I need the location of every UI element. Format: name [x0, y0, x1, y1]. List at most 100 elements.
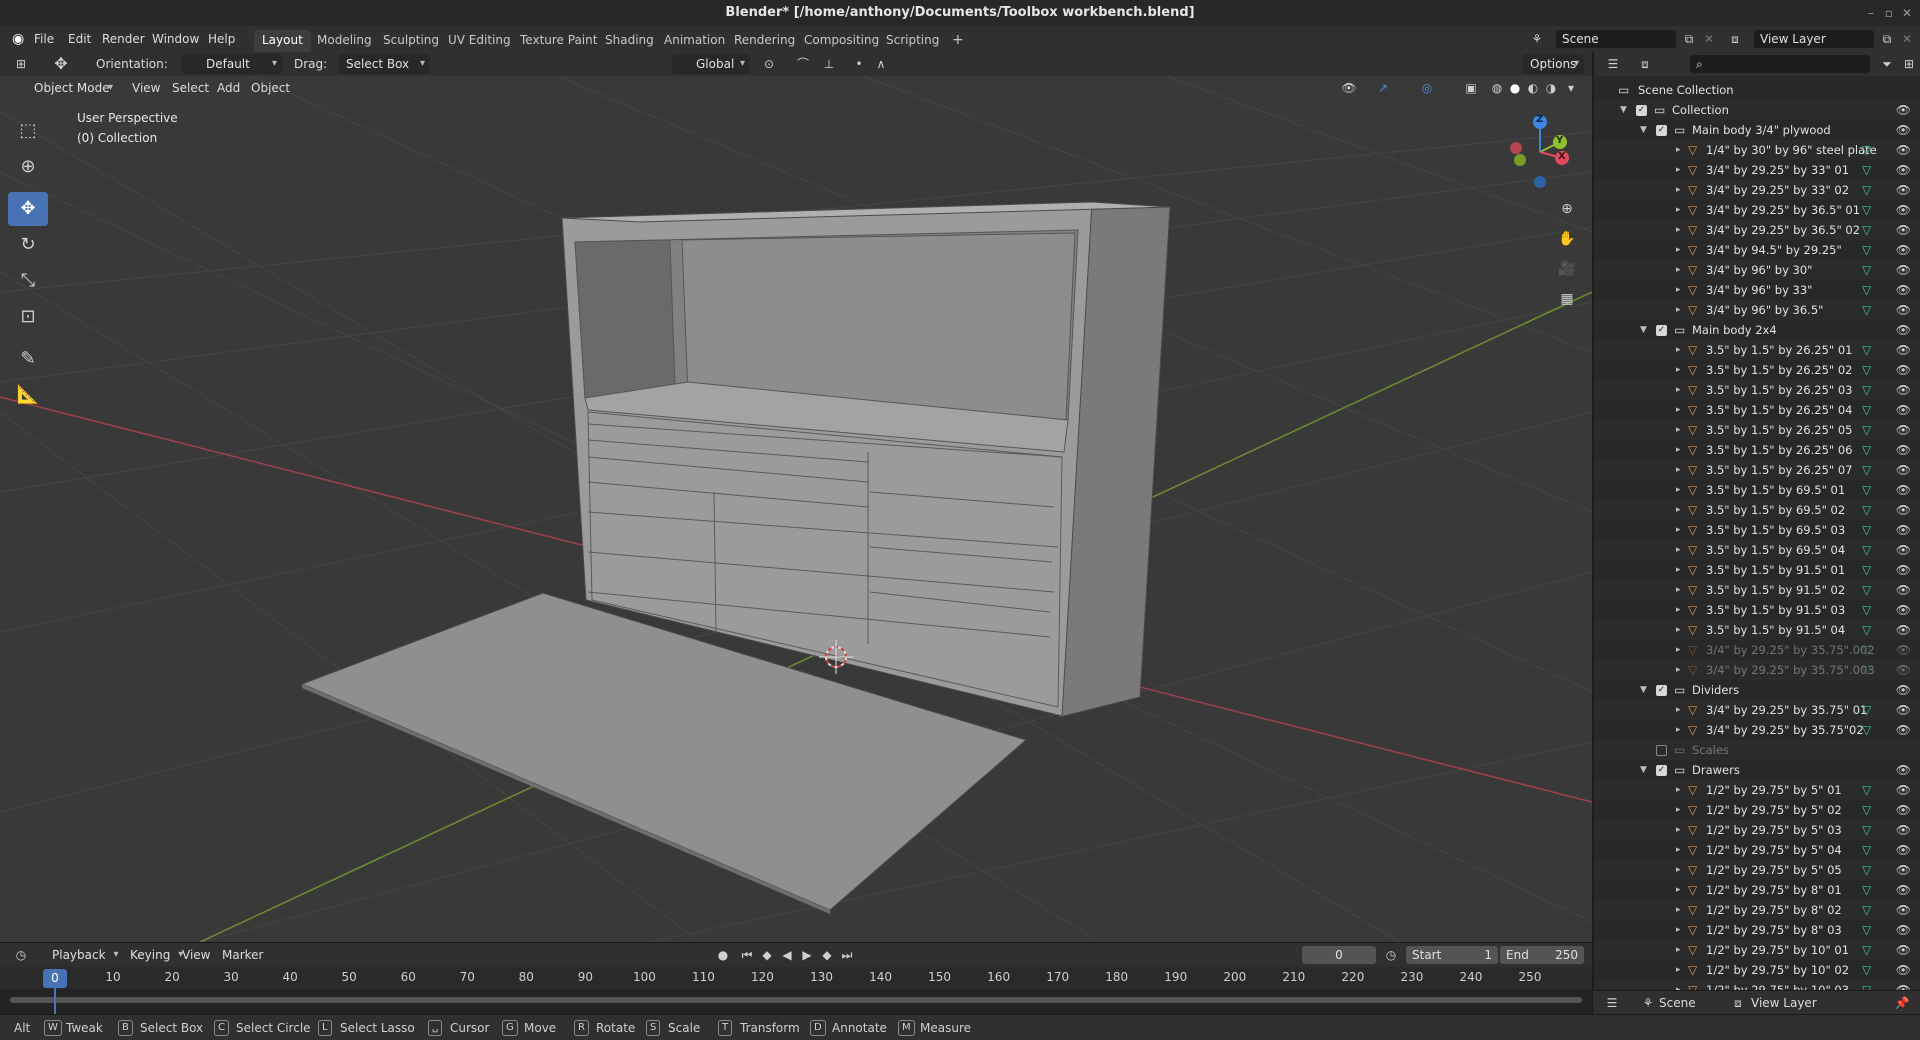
tab-rendering[interactable]: Rendering	[726, 30, 803, 52]
preview-range-icon[interactable]: ◷	[1380, 945, 1402, 965]
outliner-object-row[interactable]: ▸ ▽ 1/2" by 29.75" by 8" 02 ▽ 👁	[1594, 900, 1920, 920]
expand-arrow-icon[interactable]: ▸	[1676, 980, 1681, 990]
outliner-object-row[interactable]: ▸ ▽ 3/4" by 29.25" by 35.75"02 ▽ 👁	[1594, 720, 1920, 740]
visibility-eye-icon[interactable]: 👁	[1896, 940, 1911, 960]
expand-toggle-icon[interactable]: ▼	[1620, 100, 1627, 120]
expand-arrow-icon[interactable]: ▸	[1676, 860, 1681, 880]
visibility-eye-icon[interactable]: 👁	[1896, 660, 1911, 680]
outliner-object-row[interactable]: ▸ ▽ 3.5" by 1.5" by 91.5" 01 ▽ 👁	[1594, 560, 1920, 580]
visibility-eye-icon[interactable]: 👁	[1896, 620, 1911, 640]
expand-arrow-icon[interactable]: ▸	[1676, 180, 1681, 200]
visibility-eye-icon[interactable]: 👁	[1896, 100, 1911, 120]
mesh-data-icon[interactable]: ▽	[1862, 780, 1871, 800]
drag-dropdown[interactable]: Select Box	[338, 54, 430, 74]
visibility-eye-icon[interactable]: 👁	[1896, 260, 1911, 280]
visibility-eye-icon[interactable]: 👁	[1896, 880, 1911, 900]
scale-tool-icon[interactable]: ⤡	[8, 264, 48, 298]
expand-toggle-icon[interactable]: ▼	[1640, 120, 1647, 140]
xray-icon[interactable]: ▣	[1460, 78, 1482, 98]
select-box-tool-icon[interactable]: ⬚	[8, 114, 48, 148]
menu-add[interactable]: Add	[217, 78, 240, 98]
expand-arrow-icon[interactable]: ▸	[1676, 600, 1681, 620]
mesh-data-icon[interactable]: ▽	[1862, 240, 1871, 260]
collection-checkbox[interactable]: ✓	[1636, 105, 1647, 116]
playback-menu[interactable]: Playback	[44, 945, 124, 965]
pin-icon[interactable]: 📌	[1891, 993, 1913, 1013]
outliner-object-row[interactable]: ▸ ▽ 3.5" by 1.5" by 26.25" 03 ▽ 👁	[1594, 380, 1920, 400]
menu-object[interactable]: Object	[251, 78, 290, 98]
expand-arrow-icon[interactable]: ▸	[1676, 440, 1681, 460]
footer-view-layer-label[interactable]: View Layer	[1751, 993, 1817, 1013]
expand-arrow-icon[interactable]: ▸	[1676, 780, 1681, 800]
expand-toggle-icon[interactable]: ▼	[1640, 680, 1647, 700]
mesh-data-icon[interactable]: ▽	[1862, 300, 1871, 320]
expand-arrow-icon[interactable]: ▸	[1676, 420, 1681, 440]
expand-arrow-icon[interactable]: ▸	[1676, 540, 1681, 560]
mesh-data-icon[interactable]: ▽	[1862, 500, 1871, 520]
mode-dropdown[interactable]: Object Mode	[10, 78, 118, 98]
collection-checkbox[interactable]: ✓	[1656, 765, 1667, 776]
visibility-eye-icon[interactable]: 👁	[1896, 600, 1911, 620]
outliner-object-row[interactable]: ▸ ▽ 1/2" by 29.75" by 8" 03 ▽ 👁	[1594, 920, 1920, 940]
tab-uv-editing[interactable]: UV Editing	[440, 30, 519, 52]
visibility-eye-icon[interactable]: 👁	[1896, 460, 1911, 480]
marker-menu[interactable]: Marker	[222, 945, 263, 965]
mesh-data-icon[interactable]: ▽	[1862, 580, 1871, 600]
move-tool-icon[interactable]: ✥	[50, 54, 72, 74]
jump-start-icon[interactable]: ⏮	[736, 945, 758, 965]
visibility-eye-icon[interactable]: 👁	[1896, 760, 1911, 780]
orientation-dropdown[interactable]: Default	[182, 54, 282, 74]
tab-animation[interactable]: Animation	[656, 30, 733, 52]
snap-target-icon[interactable]: ⊥	[818, 54, 840, 74]
timeline-editor-type-icon[interactable]: ◷	[10, 945, 32, 965]
mesh-data-icon[interactable]: ▽	[1862, 920, 1871, 940]
visibility-eye-icon[interactable]: 👁	[1896, 440, 1911, 460]
scene-name-field[interactable]: Scene	[1556, 30, 1676, 48]
view-layer-field[interactable]: View Layer	[1754, 30, 1874, 48]
outliner-object-row[interactable]: ▸ ▽ 1/2" by 29.75" by 5" 02 ▽ 👁	[1594, 800, 1920, 820]
collection-checkbox[interactable]	[1656, 745, 1667, 756]
mesh-data-icon[interactable]: ▽	[1862, 340, 1871, 360]
rotate-tool-icon[interactable]: ↻	[8, 228, 48, 262]
outliner-object-row[interactable]: ▸ ▽ 1/2" by 29.75" by 5" 05 ▽ 👁	[1594, 860, 1920, 880]
timeline-body[interactable]	[0, 989, 1592, 1015]
transform-tool-icon[interactable]: ⊡	[8, 300, 48, 334]
visibility-eye-icon[interactable]: 👁	[1896, 320, 1911, 340]
visibility-eye-icon[interactable]: 👁	[1896, 960, 1911, 980]
visibility-eye-icon[interactable]: 👁	[1896, 640, 1911, 660]
record-icon[interactable]: ●	[712, 945, 734, 965]
view-layer-selector-icon[interactable]: ⧈	[1724, 29, 1746, 49]
expand-arrow-icon[interactable]: ▸	[1676, 240, 1681, 260]
visibility-eye-icon[interactable]: 👁	[1896, 500, 1911, 520]
outliner-object-row[interactable]: ▸ ▽ 1/2" by 29.75" by 10" 01 ▽ 👁	[1594, 940, 1920, 960]
collection-checkbox[interactable]: ✓	[1656, 125, 1667, 136]
new-collection-icon[interactable]: ⊞	[1898, 54, 1920, 74]
outliner-object-row[interactable]: ▸ ▽ 3/4" by 29.25" by 35.75" 01 ▽ 👁	[1594, 700, 1920, 720]
mesh-data-icon[interactable]: ▽	[1862, 400, 1871, 420]
visibility-eye-icon[interactable]: 👁	[1896, 300, 1911, 320]
options-dropdown[interactable]: Options	[1522, 54, 1584, 74]
jump-end-icon[interactable]: ⏭	[836, 945, 858, 965]
mesh-data-icon[interactable]: ▽	[1862, 140, 1871, 160]
expand-arrow-icon[interactable]: ▸	[1676, 960, 1681, 980]
falloff-icon[interactable]: ∧	[870, 54, 892, 74]
expand-arrow-icon[interactable]: ▸	[1676, 360, 1681, 380]
visibility-eye-icon[interactable]: 👁	[1896, 520, 1911, 540]
camera-view-icon[interactable]: 🎥	[1554, 256, 1580, 282]
outliner-object-row[interactable]: ▸ ▽ 3/4" by 29.25" by 35.75".003 ▽ 👁	[1594, 660, 1920, 680]
outliner-collection-row[interactable]: ▼ ✓ ▭ Collection 👁	[1594, 100, 1920, 120]
mesh-data-icon[interactable]: ▽	[1862, 900, 1871, 920]
outliner-object-row[interactable]: ▸ ▽ 1/2" by 29.75" by 5" 01 ▽ 👁	[1594, 780, 1920, 800]
outliner-collection-row[interactable]: ▼ ✓ ▭ Main body 2x4 👁	[1594, 320, 1920, 340]
display-mode-icon[interactable]: ⧈	[1634, 54, 1656, 74]
pivot-point-icon[interactable]: ⊙	[758, 54, 780, 74]
mesh-data-icon[interactable]: ▽	[1862, 560, 1871, 580]
view-layer-properties-icon[interactable]: ⧈	[1727, 993, 1749, 1013]
mesh-data-icon[interactable]: ▽	[1862, 640, 1871, 660]
mesh-data-icon[interactable]: ▽	[1862, 440, 1871, 460]
snap-icon[interactable]: ⌒	[792, 54, 814, 74]
expand-arrow-icon[interactable]: ▸	[1676, 200, 1681, 220]
outliner-object-row[interactable]: ▸ ▽ 3.5" by 1.5" by 91.5" 04 ▽ 👁	[1594, 620, 1920, 640]
visibility-eye-icon[interactable]: 👁	[1896, 920, 1911, 940]
zoom-icon[interactable]: ⊕	[1554, 196, 1580, 222]
